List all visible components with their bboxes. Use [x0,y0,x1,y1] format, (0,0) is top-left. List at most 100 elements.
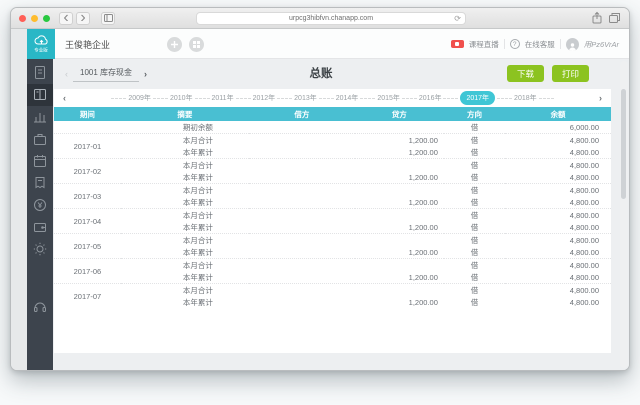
debit-cell [249,296,355,309]
table-row: 本年累计1,200.00借4,800.00 [54,146,611,159]
bar-chart-icon [32,109,48,125]
year-2016[interactable]: 2016年 [419,93,442,103]
timeline-dash [443,98,458,99]
summary-cell: 本年累计 [121,221,249,234]
account-name: 库存现金 [100,68,132,77]
address-bar[interactable]: urpcg3hibfvn.chanapp.com ⟳ [196,12,466,25]
table-row: 2017-01本月合计1,200.00借4,800.00 [54,134,611,147]
year-2014[interactable]: 2014年 [336,93,359,103]
col-credit: 贷方 [355,107,444,121]
sidebar-item-ledger-book[interactable] [27,84,53,106]
direction-cell: 借 [444,121,505,134]
table-row: 本年累计1,200.00借4,800.00 [54,296,611,309]
prev-account-button[interactable]: ‹ [65,69,68,79]
table-row: 2017-05本月合计借4,800.00 [54,234,611,247]
table-row: 2017-06本月合计借4,800.00 [54,259,611,272]
direction-cell: 借 [444,284,505,297]
company-selector[interactable]: 王俊艳企业 ▾ [65,29,176,59]
apps-grid-button[interactable] [189,37,204,52]
sidebar-item-calendar[interactable] [27,150,53,172]
reload-icon[interactable]: ⟳ [454,13,461,25]
online-support-link[interactable]: 在线客服 [525,39,555,50]
credit-cell [355,259,444,272]
summary-cell: 本月合计 [121,184,249,197]
years-prev-button[interactable]: ‹ [63,93,66,103]
avatar[interactable] [566,38,579,51]
debit-cell [249,271,355,284]
summary-cell: 本月合计 [121,259,249,272]
year-2011[interactable]: 2011年 [212,93,234,103]
debit-cell [249,134,355,147]
debit-cell [249,284,355,297]
ledger-book-icon [32,87,48,103]
direction-cell: 借 [444,134,505,147]
timeline-dash [236,98,251,99]
year-2009[interactable]: 2009年 [128,93,151,103]
company-name: 王俊艳企业 [65,38,110,51]
sidebar-item-briefcase[interactable] [27,128,53,150]
direction-cell: 借 [444,246,505,259]
years-next-button[interactable]: › [599,93,602,103]
direction-cell: 借 [444,196,505,209]
debit-cell [249,234,355,247]
share-icon [591,11,603,25]
user-icon [568,42,577,51]
debit-cell [249,184,355,197]
sidebar-item-gear[interactable] [27,238,53,260]
sidebar-item-money[interactable] [27,194,53,216]
calendar-icon [32,153,48,169]
credit-cell: 1,200.00 [355,134,444,147]
year-2010[interactable]: 2010年 [170,93,193,103]
summary-cell: 本月合计 [121,209,249,222]
download-button[interactable]: 下载 [507,65,544,82]
balance-cell: 4,800.00 [505,234,611,247]
years-track: 2009年 2010年 2011年 2012年 2013年 2014年 2015年 2016年… [109,91,555,105]
scrollbar-thumb[interactable] [621,89,626,199]
direction-cell: 借 [444,271,505,284]
sidebar-toggle-button[interactable] [101,12,115,25]
summary-cell: 本年累计 [121,146,249,159]
ledger-toolbar: ‹ 1001 库存现金 › 总账 下载 打印 [53,59,629,89]
year-2012[interactable]: 2012年 [253,93,276,103]
invoice-icon [32,175,48,191]
app-logo[interactable]: 专业版 [27,29,55,59]
year-2015[interactable]: 2015年 [377,93,400,103]
back-button[interactable]: ‹ [59,12,73,25]
add-account-set-button[interactable] [167,37,182,52]
table-row: 2017-03本月合计借4,800.00 [54,184,611,197]
debit-cell [249,259,355,272]
debit-cell [249,209,355,222]
app-header: 专业版 王俊艳企业 ▾ 课程直播 ? 在线客服 [27,29,629,59]
timeline-dash [497,98,512,99]
sidebar-item-bar-chart[interactable] [27,106,53,128]
minimize-window-button[interactable] [31,15,38,22]
tabs-overview-button[interactable] [608,11,621,30]
table-row: 本年累计1,200.00借4,800.00 [54,196,611,209]
sidebar-item-document[interactable] [27,62,53,84]
timeline-dash [111,98,126,99]
course-live-link[interactable]: 课程直播 [469,39,499,50]
close-window-button[interactable] [19,15,26,22]
sidebar-item-headset[interactable] [27,296,53,318]
question-icon: ? [510,39,520,49]
share-button[interactable] [591,11,603,30]
next-account-button[interactable]: › [144,69,147,79]
forward-button[interactable]: › [76,12,90,25]
account-tab[interactable]: 1001 库存现金 [73,66,139,82]
period-cell: 2017-03 [54,184,121,209]
year-2017[interactable]: 2017年 [460,91,495,105]
ledger-body: 期初余额借6,000.002017-01本月合计1,200.00借4,800.0… [54,121,611,309]
zoom-window-button[interactable] [43,15,50,22]
username[interactable]: 用Pz6VrAr [584,39,619,50]
scrollbar-track[interactable] [620,61,628,368]
sidebar-item-invoice[interactable] [27,172,53,194]
sidebar-item-wallet[interactable] [27,216,53,238]
credit-cell [355,284,444,297]
window-controls [19,15,50,22]
credit-cell [355,234,444,247]
credit-cell [355,159,444,172]
credit-cell [355,121,444,134]
year-2018[interactable]: 2018年 [514,93,537,103]
year-2013[interactable]: 2013年 [294,93,317,103]
print-button[interactable]: 打印 [552,65,589,82]
